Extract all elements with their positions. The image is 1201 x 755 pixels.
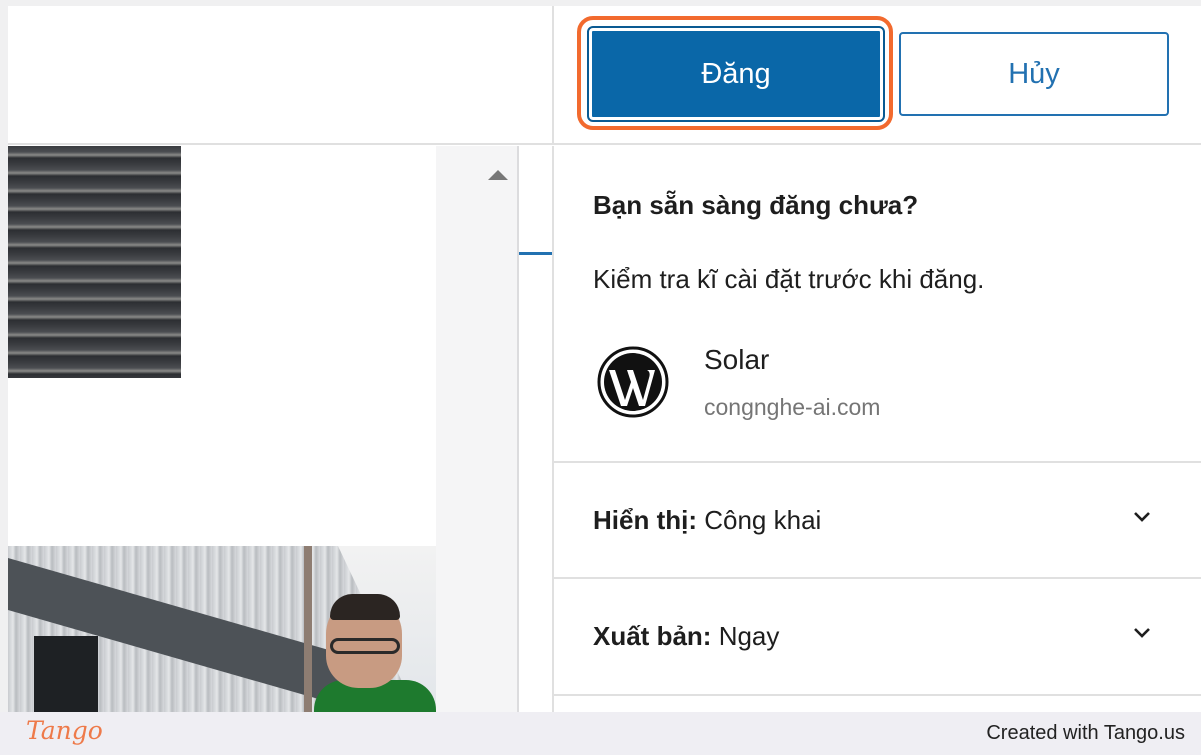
top-bar-divider: [552, 6, 554, 145]
photo-person-glasses: [330, 638, 400, 654]
wordpress-icon: [597, 346, 669, 418]
scroll-up-arrow-icon[interactable]: [488, 170, 508, 180]
sidebar-divider: [517, 146, 519, 712]
publish-time-value: Ngay: [718, 621, 780, 651]
solar-photo-image[interactable]: [8, 546, 436, 712]
shutter-image[interactable]: [8, 146, 181, 378]
tango-logo: Tango: [26, 716, 103, 745]
photo-person-hair: [330, 594, 400, 620]
visibility-row[interactable]: Hiển thị: Công khai: [554, 463, 1201, 577]
chevron-down-icon[interactable]: [1132, 507, 1152, 527]
publish-time-label: Xuất bản:: [593, 621, 712, 651]
active-tab-indicator: [519, 252, 552, 255]
publish-button[interactable]: Đăng: [587, 26, 885, 122]
publish-time-label-group: Xuất bản: Ngay: [593, 621, 779, 652]
visibility-label-group: Hiển thị: Công khai: [593, 505, 821, 536]
editor-canvas[interactable]: [8, 146, 436, 712]
site-name: Solar: [704, 344, 770, 375]
site-url: congnghe-ai.com: [704, 394, 881, 420]
created-with-credit: Created with Tango.us: [986, 722, 1185, 744]
panel-section-divider: [554, 694, 1201, 696]
publish-time-row[interactable]: Xuất bản: Ngay: [554, 579, 1201, 693]
visibility-value: Công khai: [704, 505, 822, 535]
photo-door: [34, 636, 98, 712]
cancel-button[interactable]: Hủy: [899, 32, 1169, 116]
editor-scrollbar[interactable]: [436, 146, 518, 712]
chevron-down-icon[interactable]: [1132, 623, 1152, 643]
photo-pole: [304, 546, 312, 712]
panel-title: Bạn sẵn sàng đăng chưa?: [593, 190, 919, 220]
panel-description: Kiểm tra kĩ cài đặt trước khi đăng.: [593, 264, 985, 294]
visibility-label: Hiển thị:: [593, 505, 697, 535]
